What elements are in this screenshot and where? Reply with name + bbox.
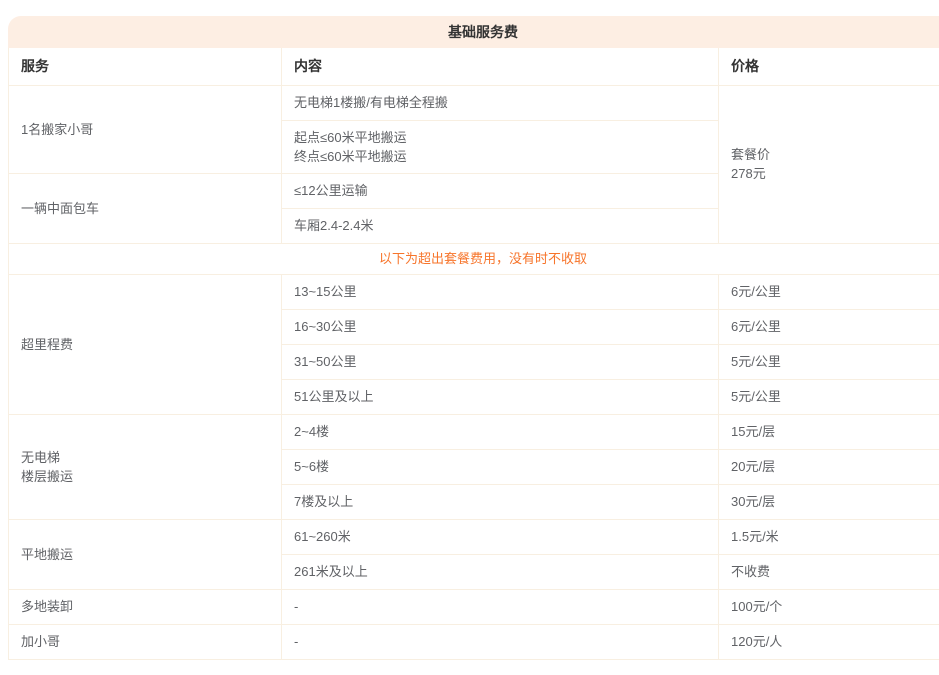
price-cell: 不收费 [719,554,939,589]
table-row: 无电梯 楼层搬运 2~4楼 15元/层 [9,414,939,449]
price-cell: 15元/层 [719,414,939,449]
table-row: 加小哥 - 120元/人 [9,624,939,659]
table-title: 基础服务费 [8,16,939,48]
notice-row: 以下为超出套餐费用，没有时不收取 [9,243,939,274]
price-cell: 120元/人 [719,624,939,659]
table-row: 多地装卸 - 100元/个 [9,589,939,624]
price-cell: 20元/层 [719,449,939,484]
content-cell: 2~4楼 [282,414,719,449]
content-cell: 31~50公里 [282,344,719,379]
content-cell: 261米及以上 [282,554,719,589]
content-cell: ≤12公里运输 [282,173,719,208]
column-header-price: 价格 [719,48,939,85]
content-cell: 13~15公里 [282,274,719,309]
price-cell: 5元/公里 [719,379,939,414]
table-row: 1名搬家小哥 无电梯1楼搬/有电梯全程搬 套餐价 278元 [9,85,939,120]
service-cell-extra-worker: 加小哥 [9,624,282,659]
service-cell-van: 一辆中面包车 [9,173,282,243]
service-cell-multi-stop: 多地装卸 [9,589,282,624]
column-header-service: 服务 [9,48,282,85]
content-cell: 5~6楼 [282,449,719,484]
service-cell-mover: 1名搬家小哥 [9,85,282,173]
notice-text: 以下为超出套餐费用，没有时不收取 [9,243,939,274]
service-cell-flat-ground: 平地搬运 [9,519,282,589]
base-service-fee-table: 服务 内容 价格 1名搬家小哥 无电梯1楼搬/有电梯全程搬 套餐价 278元 起… [8,48,939,660]
price-cell: 30元/层 [719,484,939,519]
table-header-row: 服务 内容 价格 [9,48,939,85]
content-cell: 16~30公里 [282,309,719,344]
price-cell: 6元/公里 [719,309,939,344]
content-cell: 车厢2.4-2.4米 [282,208,719,243]
service-cell-extra-mileage: 超里程费 [9,274,282,414]
content-cell: - [282,624,719,659]
service-cell-no-elevator: 无电梯 楼层搬运 [9,414,282,519]
table-row: 超里程费 13~15公里 6元/公里 [9,274,939,309]
price-cell: 100元/个 [719,589,939,624]
content-cell: 51公里及以上 [282,379,719,414]
pricing-table: 基础服务费 服务 内容 价格 1名搬家小哥 无电梯1楼搬/有电梯全程搬 套餐价 … [8,16,939,660]
content-cell: 7楼及以上 [282,484,719,519]
content-cell: 起点≤60米平地搬运 终点≤60米平地搬运 [282,120,719,173]
table-row: 平地搬运 61~260米 1.5元/米 [9,519,939,554]
price-cell-package: 套餐价 278元 [719,85,939,243]
price-cell: 1.5元/米 [719,519,939,554]
content-cell: 61~260米 [282,519,719,554]
content-cell: 无电梯1楼搬/有电梯全程搬 [282,85,719,120]
price-cell: 6元/公里 [719,274,939,309]
price-cell: 5元/公里 [719,344,939,379]
content-cell: - [282,589,719,624]
column-header-content: 内容 [282,48,719,85]
